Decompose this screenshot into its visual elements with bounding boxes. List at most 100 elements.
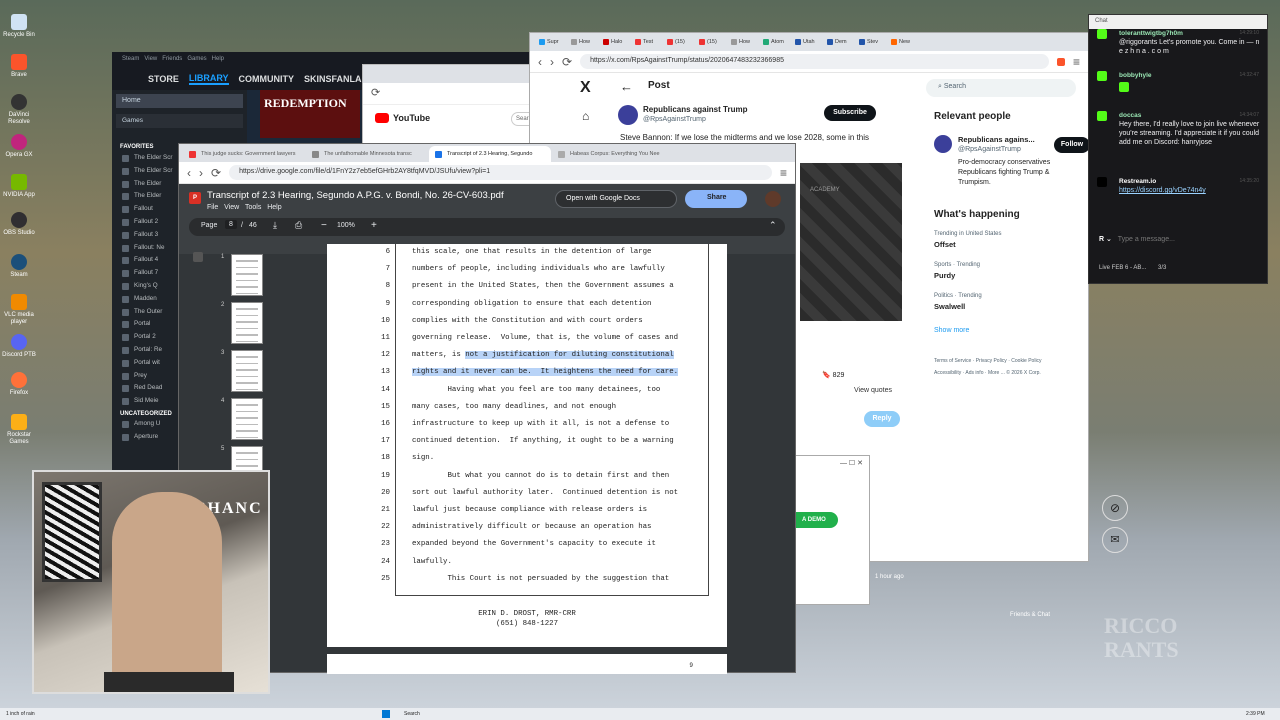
zoom-out-icon[interactable]: −	[321, 220, 327, 231]
share-button[interactable]: Share	[685, 190, 747, 208]
x-logo-icon[interactable]: X	[580, 79, 591, 97]
x-tab[interactable]: Test	[632, 35, 662, 49]
steam-menu-view[interactable]: View	[144, 56, 157, 62]
youtube-logo[interactable]: YouTube	[375, 113, 430, 123]
forward-icon[interactable]: ›	[199, 166, 203, 180]
steam-home[interactable]: Home	[116, 94, 243, 108]
firefox-icon[interactable]: Firefox	[2, 372, 36, 397]
trend-name[interactable]: Offset	[934, 240, 956, 249]
steam-menu-steam[interactable]: Steam	[122, 56, 139, 62]
thumbnails-icon[interactable]	[193, 252, 203, 262]
steam-menu-help[interactable]: Help	[212, 56, 224, 62]
x-tab[interactable]: New	[888, 35, 918, 49]
brave-shield-icon[interactable]	[1056, 57, 1065, 66]
relevant-handle[interactable]: @RpsAgainstTrump	[958, 146, 1021, 153]
nvidia-icon[interactable]: NVIDIA App	[2, 174, 36, 199]
taskbar-search[interactable]: Search	[404, 711, 420, 717]
pdf-url[interactable]: https://drive.google.com/file/d/1FnY2z7e…	[229, 165, 772, 180]
demo-button[interactable]: A DEMO	[796, 512, 838, 528]
view-quotes-link[interactable]: View quotes	[854, 387, 892, 394]
forward-icon[interactable]: ›	[550, 55, 554, 69]
bookmark-count[interactable]: 🔖 829	[822, 371, 844, 379]
page-input[interactable]: 8	[225, 220, 237, 229]
line-number: 16	[381, 420, 390, 428]
download-icon[interactable]: ⤓	[273, 220, 277, 231]
account-avatar[interactable]	[765, 191, 781, 207]
line-number: 22	[381, 523, 390, 532]
nav-store[interactable]: STORE	[148, 74, 179, 84]
avatar[interactable]	[618, 105, 638, 125]
tweet-video[interactable]: ACADEMY	[800, 163, 902, 321]
home-icon[interactable]: ⌂	[582, 109, 589, 123]
show-more-link[interactable]: Show more	[934, 327, 969, 334]
relevant-avatar[interactable]	[934, 135, 952, 153]
relevant-name[interactable]: Republicans agains...	[958, 135, 1035, 144]
x-tab[interactable]: How	[568, 35, 598, 49]
grok-icon[interactable]: ⊘	[1102, 495, 1128, 521]
x-tab[interactable]: How	[728, 35, 758, 49]
davinci-icon[interactable]: DaVinci Resolve	[2, 94, 36, 126]
tab-judge[interactable]: This judge sucks: Government lawyers	[183, 146, 305, 162]
tab-habeas[interactable]: Habeas Corpus: Everything You Nee	[552, 146, 674, 162]
back-icon[interactable]: ‹	[187, 166, 191, 180]
zoom-level[interactable]: 100%	[337, 222, 355, 229]
discord-icon[interactable]: Discord PTB	[2, 334, 36, 359]
trend-name[interactable]: Purdy	[934, 271, 955, 280]
reload-icon[interactable]: ⟳	[211, 166, 221, 180]
chat-input[interactable]: R ⌄ Type a message...	[1099, 235, 1259, 243]
steam-games-filter[interactable]: Games	[116, 114, 243, 128]
menu-icon[interactable]: ≡	[1073, 55, 1080, 69]
print-icon[interactable]: ⎙	[295, 220, 302, 231]
x-tab[interactable]: (15)	[664, 35, 694, 49]
vlc-icon[interactable]: VLC media player	[2, 294, 36, 326]
author-handle[interactable]: @RpsAgainstTrump	[643, 116, 706, 123]
opera-gx-icon[interactable]: Opera GX	[2, 134, 36, 159]
nav-community[interactable]: COMMUNITY	[239, 74, 295, 84]
x-tab[interactable]: Supr	[536, 35, 566, 49]
zoom-in-icon[interactable]: +	[371, 220, 377, 231]
subscribe-button[interactable]: Subscribe	[824, 105, 876, 121]
friends-chat[interactable]: Friends & Chat	[1010, 612, 1050, 618]
nav-library[interactable]: LIBRARY	[188, 73, 229, 85]
x-tab[interactable]: Utah	[792, 35, 822, 49]
recycle-bin-icon[interactable]: Recycle Bin	[2, 14, 36, 39]
trend-name[interactable]: Swalwell	[934, 302, 965, 311]
game-banner[interactable]: REDEMPTION	[260, 90, 360, 138]
x-tab[interactable]: (15)	[696, 35, 726, 49]
search-input[interactable]: ⌕ Search	[926, 79, 1076, 97]
brave-icon[interactable]: Brave	[2, 54, 36, 79]
page-thumbnail[interactable]	[231, 254, 263, 296]
post-back-icon[interactable]: ←	[620, 79, 633, 94]
page-thumbnail[interactable]	[231, 398, 263, 440]
x-tab[interactable]: Stev	[856, 35, 886, 49]
x-tab[interactable]: Dem	[824, 35, 854, 49]
steam-menu-friends[interactable]: Friends	[162, 56, 182, 62]
messages-icon[interactable]: ✉	[1102, 527, 1128, 553]
x-url[interactable]: https://x.com/RpsAgainstTrump/status/202…	[580, 54, 1049, 69]
author-name[interactable]: Republicans against Trump	[643, 105, 747, 114]
reload-icon[interactable]: ⟳	[562, 55, 572, 69]
menu-icon[interactable]: ≡	[780, 166, 787, 180]
steam-menu-games[interactable]: Games	[187, 56, 206, 62]
reply-button[interactable]: Reply	[864, 411, 900, 427]
tab-transcript[interactable]: Transcript of 2.3 Hearing, Segundo	[429, 146, 551, 162]
nav-skinsfanla[interactable]: SKINSFANLA	[304, 74, 362, 84]
follow-button[interactable]: Follow	[1054, 137, 1090, 153]
clock[interactable]: 2:39 PM	[1246, 711, 1265, 717]
weather-widget[interactable]: 1 inch of rain	[6, 711, 35, 717]
x-tab[interactable]: Atom	[760, 35, 790, 49]
chat-link[interactable]: https://discord.gg/vDe74n4y	[1119, 186, 1261, 195]
page-thumbnail[interactable]	[231, 350, 263, 392]
back-icon[interactable]: ‹	[538, 55, 542, 69]
open-with-docs-button[interactable]: Open with Google Docs	[555, 190, 677, 208]
tab-minnesota[interactable]: The unfathomable Minnesota transc	[306, 146, 428, 162]
steam-icon[interactable]: Steam	[2, 254, 36, 279]
popup-controls[interactable]: — ☐ ✕	[796, 456, 869, 472]
collapse-icon[interactable]: ⌃	[769, 220, 777, 231]
tab-favicon-icon	[859, 39, 865, 45]
page-thumbnail[interactable]	[231, 302, 263, 344]
rockstar-icon[interactable]: Rockstar Games	[2, 414, 36, 446]
start-icon[interactable]	[382, 710, 390, 718]
obs-icon[interactable]: OBS Studio	[2, 212, 36, 237]
x-tab[interactable]: Halo	[600, 35, 630, 49]
